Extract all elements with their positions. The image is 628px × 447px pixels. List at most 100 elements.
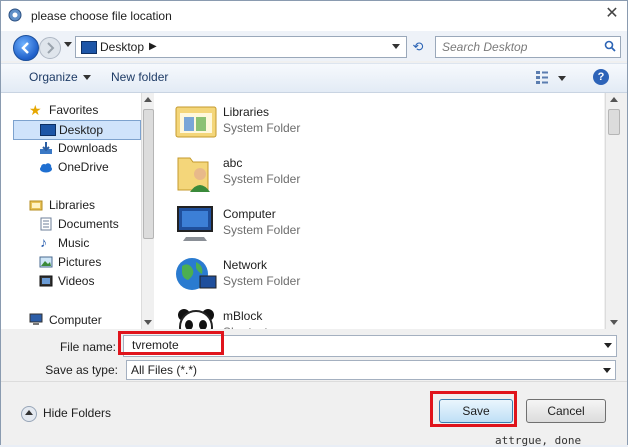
sidebar-item-label: Downloads bbox=[58, 141, 118, 155]
file-name-dropdown-icon[interactable] bbox=[604, 343, 612, 348]
sidebar-item-computer[interactable]: Computer bbox=[29, 311, 139, 329]
address-bar[interactable]: Desktop ▶ bbox=[75, 36, 407, 58]
back-arrow-icon bbox=[21, 42, 29, 54]
file-name-label: File name: bbox=[59, 340, 116, 354]
file-item-libraries[interactable]: Libraries System Folder bbox=[174, 97, 474, 145]
network-globe-icon bbox=[176, 258, 217, 290]
forward-arrow-icon bbox=[47, 42, 55, 54]
search-icon[interactable] bbox=[604, 40, 616, 52]
scroll-up-icon[interactable] bbox=[610, 97, 618, 102]
help-button[interactable]: ? bbox=[593, 69, 609, 85]
sidebar-item-label: Videos bbox=[58, 274, 95, 288]
organize-label: Organize bbox=[29, 70, 78, 84]
sidebar-item-documents[interactable]: Documents bbox=[39, 215, 139, 233]
save-highlight-box bbox=[430, 391, 517, 427]
save-form: File name: tvremote Save as type: All Fi… bbox=[1, 331, 627, 381]
recent-locations-dropdown[interactable] bbox=[64, 42, 72, 47]
scroll-down-icon[interactable] bbox=[610, 320, 618, 325]
libraries-icon bbox=[29, 200, 43, 211]
music-icon: ♪ bbox=[40, 234, 47, 250]
onedrive-icon bbox=[40, 163, 52, 173]
desktop-icon bbox=[40, 124, 56, 136]
save-as-type-dropdown-icon[interactable] bbox=[603, 368, 611, 373]
sidebar-item-onedrive[interactable]: OneDrive bbox=[39, 158, 139, 176]
file-list-scrollbar[interactable] bbox=[605, 93, 622, 329]
new-folder-button[interactable]: New folder bbox=[111, 70, 168, 84]
organize-menu[interactable]: Organize bbox=[29, 70, 91, 84]
star-icon: ★ bbox=[29, 102, 42, 118]
sidebar-item-label: Desktop bbox=[59, 123, 104, 137]
view-options-icon[interactable] bbox=[535, 70, 549, 84]
save-as-type-label: Save as type: bbox=[45, 363, 118, 377]
file-type: System Folder bbox=[223, 274, 301, 288]
file-item-computer[interactable]: Computer System Folder bbox=[174, 199, 474, 247]
navigation-pane: ★ Favorites Desktop Downloads OneDrive L… bbox=[1, 93, 141, 329]
user-folder-icon bbox=[177, 157, 210, 192]
navigation-pane-scrollbar[interactable] bbox=[141, 93, 154, 329]
cancel-button[interactable]: Cancel bbox=[526, 399, 606, 423]
address-dropdown-icon[interactable] bbox=[392, 44, 400, 49]
file-item-abc[interactable]: abc System Folder bbox=[174, 148, 474, 196]
sidebar-item-label: Documents bbox=[58, 217, 119, 231]
sidebar-item-label: Favorites bbox=[49, 103, 99, 117]
close-button[interactable]: ✕ bbox=[601, 5, 623, 23]
downloads-icon bbox=[40, 142, 52, 154]
back-button[interactable] bbox=[13, 35, 39, 61]
sidebar-item-label: Music bbox=[58, 236, 90, 250]
computer-icon bbox=[29, 313, 43, 325]
scroll-down-icon[interactable] bbox=[144, 320, 152, 325]
scrollbar-thumb[interactable] bbox=[143, 109, 154, 239]
hide-folders-label: Hide Folders bbox=[43, 406, 112, 421]
view-dropdown-icon[interactable] bbox=[558, 76, 566, 81]
sidebar-item-label: Computer bbox=[49, 313, 102, 327]
refresh-button[interactable]: ⟲ bbox=[407, 36, 429, 58]
file-type: Shortcut bbox=[223, 325, 268, 329]
file-name: Computer bbox=[223, 207, 276, 221]
scrollbar-thumb[interactable] bbox=[608, 109, 620, 135]
forward-button[interactable] bbox=[39, 37, 61, 59]
refresh-icon: ⟲ bbox=[412, 39, 424, 54]
file-item-network[interactable]: Network System Folder bbox=[174, 250, 474, 298]
file-save-dialog: please choose file location ✕ Desktop ▶ … bbox=[0, 0, 628, 445]
command-toolbar: Organize New folder ? bbox=[1, 63, 627, 93]
videos-icon bbox=[39, 275, 53, 287]
sidebar-item-music[interactable]: ♪ Music bbox=[39, 234, 139, 252]
sidebar-item-pictures[interactable]: Pictures bbox=[39, 253, 139, 271]
file-type: System Folder bbox=[223, 121, 301, 135]
sidebar-item-label: Pictures bbox=[58, 255, 102, 269]
navigation-bar: Desktop ▶ ⟲ Search Desktop bbox=[1, 31, 627, 61]
window-title: please choose file location bbox=[31, 9, 172, 23]
background-text: attrgue, done bbox=[495, 434, 582, 447]
pictures-icon bbox=[39, 256, 53, 268]
file-item-mblock[interactable]: mBlock Shortcut bbox=[174, 301, 474, 329]
address-text: Desktop bbox=[100, 40, 145, 54]
save-as-type-select[interactable]: All Files (*.*) bbox=[126, 360, 616, 380]
breadcrumb-separator[interactable]: ▶ bbox=[149, 41, 157, 52]
title-bar: please choose file location ✕ bbox=[1, 1, 627, 31]
file-list: Libraries System Folder abc System Folde… bbox=[154, 93, 604, 329]
sidebar-item-favorites[interactable]: ★ Favorites bbox=[29, 101, 129, 119]
documents-icon bbox=[40, 217, 52, 231]
search-input[interactable]: Search Desktop bbox=[435, 36, 621, 58]
chevron-down-icon bbox=[82, 75, 91, 81]
search-placeholder: Search Desktop bbox=[442, 40, 528, 54]
chevron-up-icon bbox=[21, 406, 37, 422]
hide-folders-button[interactable]: Hide Folders bbox=[21, 406, 111, 422]
file-type: System Folder bbox=[223, 172, 301, 186]
file-name: abc bbox=[223, 156, 243, 170]
computer-icon bbox=[177, 206, 213, 241]
save-as-type-value: All Files (*.*) bbox=[131, 363, 198, 377]
close-icon: ✕ bbox=[605, 5, 619, 22]
file-type: System Folder bbox=[223, 223, 301, 237]
scroll-up-icon[interactable] bbox=[144, 97, 152, 102]
file-name: Network bbox=[223, 258, 268, 272]
sidebar-item-desktop[interactable]: Desktop bbox=[13, 120, 141, 140]
sidebar-item-label: OneDrive bbox=[58, 160, 109, 174]
sidebar-item-videos[interactable]: Videos bbox=[39, 272, 139, 290]
sidebar-item-downloads[interactable]: Downloads bbox=[39, 139, 139, 157]
panda-shortcut-icon bbox=[178, 309, 214, 329]
desktop-icon bbox=[81, 41, 97, 54]
libraries-folder-icon bbox=[175, 106, 217, 138]
sidebar-item-libraries[interactable]: Libraries bbox=[29, 196, 139, 214]
file-name: Libraries bbox=[223, 105, 270, 119]
